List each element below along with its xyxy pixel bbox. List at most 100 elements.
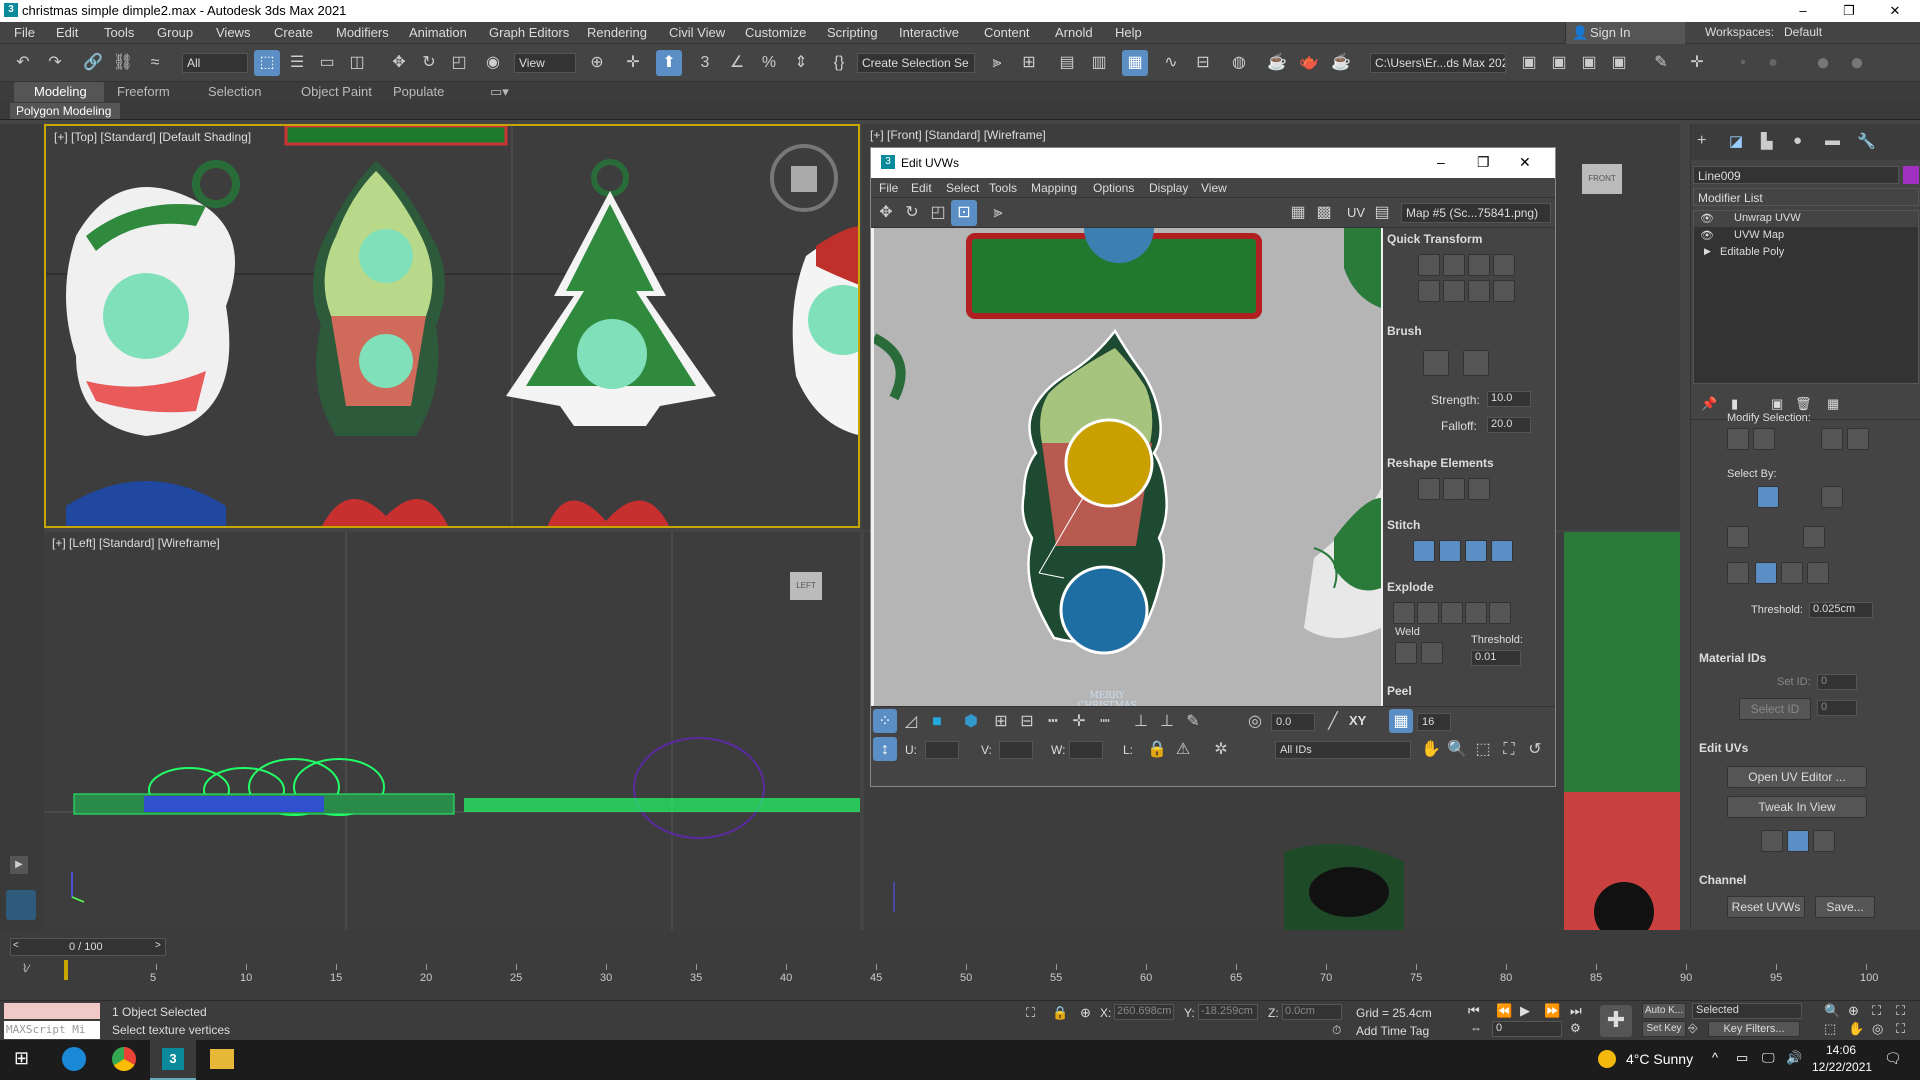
menu-edit[interactable]: Edit: [56, 25, 78, 40]
snowman-ornament[interactable]: [66, 160, 240, 436]
pin-stack-icon[interactable]: 📌: [1701, 396, 1717, 412]
uvw-ids-dropdown[interactable]: All IDs: [1275, 741, 1411, 759]
zoom-extents-all-icon[interactable]: ⛶: [1896, 1003, 1905, 1019]
uv-icecream-island[interactable]: [1021, 328, 1168, 655]
absolute-mode-icon[interactable]: ⊕: [1080, 1005, 1091, 1021]
uvw-grid-icon[interactable]: ▤: [1369, 200, 1395, 226]
ribbon-toggle-icon[interactable]: ▦: [1122, 50, 1148, 76]
viewport-top-label[interactable]: [+] [Top] [Standard] [Default Shading]: [54, 130, 251, 144]
set-id-input[interactable]: 0: [1817, 674, 1857, 690]
keyboard-shortcut-override-icon[interactable]: ⬆: [656, 50, 682, 76]
object-name-input[interactable]: Line009: [1693, 166, 1899, 184]
uvw-lock-icon[interactable]: 🔒: [1145, 737, 1169, 761]
menu-arnold[interactable]: Arnold: [1055, 25, 1093, 40]
dot2-icon[interactable]: ●: [1760, 50, 1786, 76]
menu-animation[interactable]: Animation: [409, 25, 467, 40]
relax-box-icon[interactable]: [1468, 478, 1490, 500]
notifications-icon[interactable]: 🗨: [1884, 1050, 1902, 1067]
bow-ornament-blue[interactable]: [66, 481, 226, 528]
ignore-backfacing-icon[interactable]: [1727, 526, 1749, 548]
uvw-menu-file[interactable]: File: [879, 181, 898, 195]
material-ids-header[interactable]: Material IDs: [1691, 648, 1920, 668]
uvw-zoom-extents-icon[interactable]: ⛶: [1497, 737, 1521, 761]
dot-icon[interactable]: •: [1730, 50, 1756, 76]
clock-date[interactable]: 12/22/2021: [1812, 1060, 1872, 1074]
uvw-zoom-icon[interactable]: 🔍: [1445, 737, 1469, 761]
make-unique-icon[interactable]: ▣: [1771, 396, 1783, 412]
hierarchy-tab-icon[interactable]: ▙: [1761, 132, 1773, 150]
v-input[interactable]: [999, 741, 1033, 759]
project-folder-icon[interactable]: ▣: [1516, 50, 1542, 76]
brush-header[interactable]: Brush: [1387, 324, 1422, 342]
close-button[interactable]: ✕: [1872, 0, 1918, 22]
pivot-icon[interactable]: [1443, 280, 1465, 302]
timeline-mini-curve-icon[interactable]: ⌇∕: [22, 962, 29, 975]
shrink-selection-icon[interactable]: [1753, 428, 1775, 450]
volume-icon[interactable]: 🔊: [1786, 1050, 1802, 1066]
menu-scripting[interactable]: Scripting: [827, 25, 878, 40]
menu-civil-view[interactable]: Civil View: [669, 25, 725, 40]
save-button[interactable]: Save...: [1815, 896, 1875, 918]
ribbon-options-icon[interactable]: ▭▾: [490, 84, 509, 100]
viewcube-top[interactable]: [791, 166, 817, 192]
select-manipulate-icon[interactable]: ✛: [620, 50, 646, 76]
project-folder2-icon[interactable]: ▣: [1546, 50, 1572, 76]
uvw-element-mode-icon[interactable]: ⬢: [959, 709, 983, 733]
stitch-to-target-icon[interactable]: [1413, 540, 1435, 562]
menu-interactive[interactable]: Interactive: [899, 25, 959, 40]
uvw-loop-icon[interactable]: ┅: [1041, 709, 1065, 733]
menu-graph-editors[interactable]: Graph Editors: [489, 25, 569, 40]
menu-help[interactable]: Help: [1115, 25, 1142, 40]
play-icon[interactable]: ▶: [1520, 1003, 1530, 1019]
mirror-icon[interactable]: ⫸: [984, 50, 1010, 76]
rect-selection-icon[interactable]: ▭: [314, 50, 340, 76]
select-by-name-icon[interactable]: ☰: [284, 50, 310, 76]
reset-uvws-button[interactable]: Reset UVWs: [1727, 896, 1805, 918]
angle-snap-icon[interactable]: ∠: [724, 50, 750, 76]
uvw-shrink-icon[interactable]: ⊟: [1015, 709, 1039, 733]
planar-angle-icon[interactable]: [1803, 526, 1825, 548]
scene-explorer-icon[interactable]: ▤: [1054, 50, 1080, 76]
weld-selected-icon[interactable]: [1421, 642, 1443, 664]
uvw-rotate-icon[interactable]: ↻: [899, 200, 925, 226]
menu-modifiers[interactable]: Modifiers: [336, 25, 389, 40]
break-icon[interactable]: [1393, 602, 1415, 624]
maximize-button[interactable]: ❐: [1826, 0, 1872, 22]
uvw-menu-display[interactable]: Display: [1149, 181, 1188, 195]
stitch-source-icon[interactable]: [1465, 540, 1487, 562]
configure-sets-icon[interactable]: ▦: [1827, 396, 1839, 412]
quick-transform-header[interactable]: Quick Transform: [1387, 232, 1482, 250]
select-by-uv-icon[interactable]: [1821, 486, 1843, 508]
explode-other-icon[interactable]: [1489, 602, 1511, 624]
link-icon[interactable]: 🔗: [80, 50, 106, 76]
loop-icon[interactable]: [1821, 428, 1843, 450]
current-frame-input[interactable]: 0: [1492, 1021, 1562, 1037]
uvw-menu-select[interactable]: Select: [946, 181, 979, 195]
uvw-maximize-button[interactable]: ❐: [1477, 154, 1490, 171]
add-time-tag[interactable]: Add Time Tag: [1356, 1024, 1429, 1038]
layer-explorer-icon[interactable]: ▥: [1086, 50, 1112, 76]
monitor-icon[interactable]: 🖵: [1762, 1050, 1775, 1066]
curve-editor-icon[interactable]: ∿: [1158, 50, 1184, 76]
rendered-frame-icon[interactable]: 🫖: [1296, 50, 1322, 76]
timeline-ruler[interactable]: 5 10 15 20 25 30 35 40 45 50 55 60 65 70 75 80 85 90 95 100: [0, 930, 1920, 1000]
uvw-mirror-icon[interactable]: ⫸: [985, 200, 1011, 226]
motion-tab-icon[interactable]: ●: [1793, 132, 1802, 149]
uvw-menu-view[interactable]: View: [1201, 181, 1227, 195]
selection-filter-dropdown[interactable]: All: [182, 53, 248, 73]
display-tab-icon[interactable]: ▬: [1825, 132, 1840, 149]
uvw-menu-mapping[interactable]: Mapping: [1031, 181, 1077, 195]
stack-item-uvw-map[interactable]: 👁 UVW Map: [1694, 228, 1918, 244]
eye-icon[interactable]: 👁: [1700, 212, 1714, 225]
viewport-left[interactable]: [+] [Left] [Standard] [Wireframe] LEFT: [44, 532, 860, 930]
uvw-pan-icon[interactable]: ✋: [1419, 737, 1443, 761]
selection-lock-icon[interactable]: 🔒: [1052, 1005, 1068, 1021]
uvw-zoom-region-icon[interactable]: ⬚: [1471, 737, 1495, 761]
reference-coord-dropdown[interactable]: View: [514, 53, 576, 73]
snaps-toggle-icon[interactable]: 3: [692, 50, 718, 76]
uvw-snap2-icon[interactable]: ⊥: [1155, 709, 1179, 733]
render-setup-icon[interactable]: ☕: [1264, 50, 1290, 76]
uvw-checker-icon[interactable]: ▦: [1285, 200, 1311, 226]
window-crossing-icon[interactable]: ◫: [344, 50, 370, 76]
redo-icon[interactable]: ↷: [42, 50, 68, 76]
